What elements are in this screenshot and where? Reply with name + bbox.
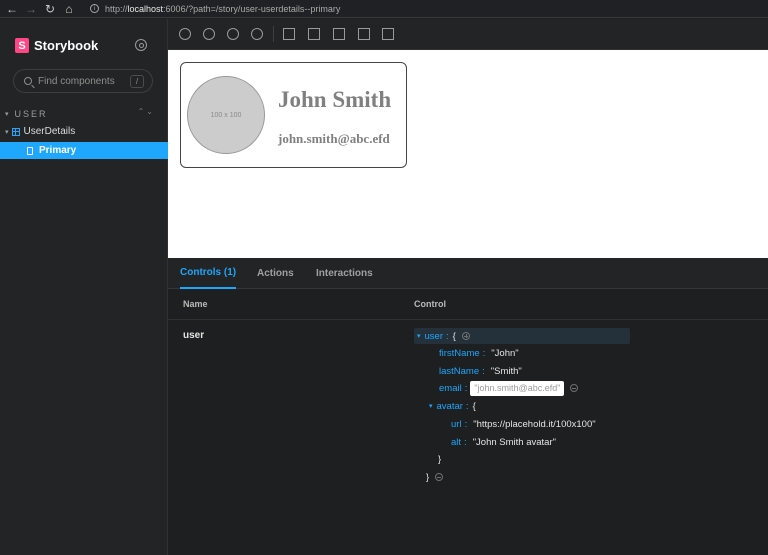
json-close-brace-root: }: [426, 470, 444, 484]
measure-icon[interactable]: [358, 28, 370, 40]
zoom-in-icon[interactable]: [203, 28, 215, 40]
group-label: USER: [14, 109, 48, 119]
json-value-lastname[interactable]: "Smith": [491, 366, 522, 377]
brand-name: Storybook: [34, 38, 99, 53]
json-row-firstname[interactable]: firstName : "John": [439, 346, 519, 360]
tree-item-primary[interactable]: Primary: [0, 142, 168, 159]
email-edit-input[interactable]: "john.smith@abc.efd": [470, 380, 565, 396]
json-root-line[interactable]: ▾ user : {: [417, 329, 470, 343]
json-colon: :: [464, 418, 468, 430]
chevron-down-icon: ▾: [5, 111, 11, 118]
json-key-user: user: [424, 330, 443, 342]
json-close-brace-avatar: }: [438, 453, 442, 465]
json-row-email[interactable]: email : "john.smith@abc.efd": [439, 380, 579, 396]
json-row-url[interactable]: url : "https://placehold.it/100x100": [451, 417, 596, 431]
sidebar: S Storybook Find components / ▾ USER ⌃⌄ …: [0, 19, 168, 555]
json-row-lastname[interactable]: lastName : "Smith": [439, 364, 522, 378]
chevron-down-icon: ▾: [5, 128, 9, 136]
column-header-control: Control: [414, 299, 446, 309]
json-value-url[interactable]: "https://placehold.it/100x100": [473, 419, 595, 430]
brand[interactable]: S Storybook: [15, 38, 98, 53]
tree-item-userdetails[interactable]: ▾ UserDetails: [0, 123, 168, 140]
preview-toolbar: [168, 19, 768, 50]
tab-interactions[interactable]: Interactions: [316, 258, 373, 289]
url-rest: :6006/?path=/story/user-userdetails--pri…: [163, 3, 341, 14]
json-key-url: url: [451, 418, 462, 430]
user-details-card: 100 x 100 John Smith john.smith@abc.efd: [180, 62, 407, 168]
search-icon: [24, 77, 32, 85]
settings-gear-icon[interactable]: [135, 39, 147, 51]
control-row-name: user: [183, 330, 205, 341]
json-colon: :: [464, 382, 468, 394]
json-key-avatar: avatar: [436, 400, 463, 412]
collapse-toggle-icon[interactable]: ▾: [417, 332, 421, 340]
json-colon: :: [482, 365, 485, 377]
collapse-toggle-icon[interactable]: ▾: [429, 402, 433, 410]
reload-icon[interactable]: ↻: [43, 2, 57, 16]
site-info-icon[interactable]: i: [90, 4, 99, 13]
controls-table-header: Name Control: [168, 289, 768, 320]
json-value-alt[interactable]: "John Smith avatar": [473, 437, 556, 448]
json-row-alt[interactable]: alt : "John Smith avatar": [451, 435, 556, 449]
tab-actions[interactable]: Actions: [257, 258, 294, 289]
json-row-avatar[interactable]: ▾ avatar : {: [429, 399, 476, 413]
user-email: john.smith@abc.efd: [278, 131, 390, 146]
outline-icon[interactable]: [382, 28, 394, 40]
grid-icon[interactable]: [308, 28, 320, 40]
search-placeholder: Find components: [38, 75, 115, 87]
column-header-name: Name: [183, 299, 208, 309]
preview-canvas: 100 x 100 John Smith john.smith@abc.efd: [168, 50, 768, 258]
search-input[interactable]: Find components /: [13, 69, 153, 93]
json-key-lastname: lastName: [439, 365, 480, 377]
background-icon[interactable]: [283, 28, 295, 40]
story-label: Primary: [39, 145, 77, 156]
json-colon: :: [465, 400, 469, 412]
zoom-out-icon[interactable]: [227, 28, 239, 40]
back-arrow-icon[interactable]: ←: [5, 2, 19, 16]
json-colon: :: [446, 330, 449, 342]
json-colon: :: [482, 347, 486, 359]
reset-zoom-icon[interactable]: [251, 28, 263, 40]
search-shortcut-badge: /: [130, 75, 144, 88]
avatar-placeholder-text: 100 x 100: [210, 111, 242, 119]
json-open-brace: {: [452, 330, 456, 342]
browser-toolbar: ← → ↻ ⌂ i http://localhost:6006/?path=/s…: [0, 0, 768, 18]
home-icon[interactable]: ⌂: [62, 2, 76, 16]
remove-field-icon[interactable]: [570, 384, 579, 392]
collapse-all-icon[interactable]: ⌃⌄: [138, 107, 155, 116]
tab-controls[interactable]: Controls (1): [180, 258, 237, 289]
user-name: John Smith: [278, 87, 392, 112]
component-icon: [11, 127, 20, 136]
url-prefix: http://: [105, 3, 128, 14]
add-field-icon[interactable]: [461, 332, 470, 340]
group-header-user[interactable]: ▾ USER ⌃⌄: [5, 107, 155, 119]
forward-arrow-icon[interactable]: →: [24, 2, 38, 16]
remount-icon[interactable]: [179, 28, 191, 40]
json-value-firstname[interactable]: "John": [491, 348, 518, 359]
avatar: 100 x 100: [187, 76, 265, 154]
json-key-alt: alt: [451, 436, 462, 448]
json-colon: :: [464, 436, 467, 448]
addons-tabs: Controls (1) Actions Interactions: [168, 258, 768, 289]
url-host: localhost: [127, 3, 164, 14]
addons-panel: Controls (1) Actions Interactions Name C…: [168, 258, 768, 555]
json-key-firstname: firstName: [439, 347, 480, 359]
viewport-icon[interactable]: [333, 28, 345, 40]
toolbar-divider: [273, 26, 274, 42]
component-label: UserDetails: [23, 126, 76, 137]
json-key-email: email: [439, 382, 462, 394]
json-close-brace: }: [426, 471, 430, 483]
story-icon: [27, 146, 33, 155]
json-open-brace: {: [472, 400, 476, 412]
remove-object-icon[interactable]: [435, 473, 444, 481]
address-bar[interactable]: i http://localhost:6006/?path=/story/use…: [90, 2, 340, 16]
storybook-logo-icon: S: [15, 38, 29, 53]
